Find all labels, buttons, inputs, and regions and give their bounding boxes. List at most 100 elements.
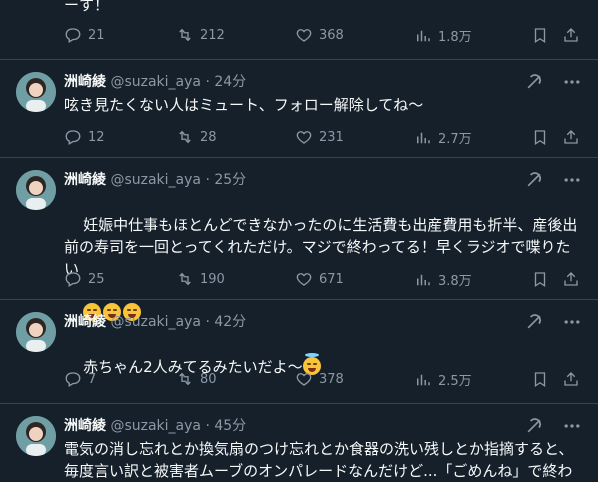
post-header: 洲崎綾 @suzaki_aya · 45分 — [64, 416, 246, 436]
post-partial-top[interactable]: ーす！ 21 212 368 1.8万 — [0, 0, 598, 60]
author-name[interactable]: 洲崎綾 — [64, 172, 106, 188]
view-count: 1.8万 — [438, 30, 472, 45]
repost-count: 190 — [200, 271, 225, 287]
share-button[interactable] — [562, 26, 580, 44]
more-icon[interactable] — [562, 312, 582, 332]
author-handle[interactable]: @suzaki_aya — [110, 172, 201, 188]
post-time[interactable]: 24分 — [214, 74, 246, 90]
view-count: 3.8万 — [438, 274, 472, 289]
post-menu-area — [524, 312, 582, 332]
heart-icon — [296, 373, 312, 386]
views-icon — [417, 374, 430, 385]
reply-button[interactable]: 25 — [64, 270, 105, 288]
bookmark-button[interactable] — [531, 26, 549, 44]
reply-count: 12 — [88, 129, 105, 145]
views-icon — [417, 132, 430, 143]
avatar[interactable] — [16, 416, 56, 456]
repost-button[interactable]: 80 — [176, 370, 217, 388]
post-actions: 25 190 671 3.8万 — [64, 270, 584, 290]
author-handle[interactable]: @suzaki_aya — [110, 314, 201, 330]
like-button[interactable]: 231 — [295, 128, 344, 146]
author-name[interactable]: 洲崎綾 — [64, 314, 106, 330]
grok-icon[interactable] — [524, 170, 544, 190]
more-icon[interactable] — [562, 170, 582, 190]
reply-icon — [65, 372, 81, 387]
grok-icon[interactable] — [524, 312, 544, 332]
share-icon — [564, 272, 578, 286]
post-text: 呟き見たくない人はミュート、フォロー解除してね〜 — [64, 96, 424, 114]
author-handle[interactable]: @suzaki_aya — [110, 74, 201, 90]
repost-icon — [179, 28, 191, 42]
avatar[interactable] — [16, 170, 56, 210]
repost-button[interactable]: 212 — [176, 26, 225, 44]
repost-count: 28 — [200, 129, 217, 145]
share-icon — [564, 372, 578, 386]
separator-dot: · — [205, 418, 210, 434]
like-count: 378 — [319, 371, 344, 387]
reply-icon — [65, 130, 81, 145]
grok-icon[interactable] — [524, 72, 544, 92]
post-actions: 12 28 231 2.7万 — [64, 128, 584, 148]
more-icon[interactable] — [562, 72, 582, 92]
like-button[interactable]: 671 — [295, 270, 344, 288]
post[interactable]: 洲崎綾 @suzaki_aya · 24分 呟き見たくない人はミュート、フォロー… — [0, 60, 598, 158]
views-button[interactable]: 2.5万 — [414, 370, 472, 389]
post-time[interactable]: 25分 — [214, 172, 246, 188]
share-button[interactable] — [562, 370, 580, 388]
grok-icon[interactable] — [524, 416, 544, 436]
post[interactable]: 洲崎綾 @suzaki_aya · 25分 妊娠中仕事もほとんどできなかったのに… — [0, 158, 598, 321]
heart-icon — [296, 131, 312, 144]
post-menu-area — [524, 416, 582, 436]
more-icon[interactable] — [562, 416, 582, 436]
repost-button[interactable]: 28 — [176, 128, 217, 146]
post-time[interactable]: 45分 — [214, 418, 246, 434]
bookmark-button[interactable] — [531, 270, 549, 288]
post-header: 洲崎綾 @suzaki_aya · 24分 — [64, 72, 246, 92]
post-header: 洲崎綾 @suzaki_aya · 25分 — [64, 170, 246, 190]
post-menu-area — [524, 170, 582, 190]
bookmark-button[interactable] — [531, 128, 549, 146]
reply-icon — [65, 28, 81, 43]
avatar[interactable] — [16, 72, 56, 112]
post[interactable]: 洲崎綾 @suzaki_aya · 42分 赤ちゃん2人みてるみたいだよ〜 7 … — [0, 300, 598, 404]
like-count: 671 — [319, 271, 344, 287]
author-name[interactable]: 洲崎綾 — [64, 418, 106, 434]
views-button[interactable]: 3.8万 — [414, 270, 472, 289]
avatar[interactable] — [16, 312, 56, 352]
repost-icon — [179, 372, 191, 386]
repost-button[interactable]: 190 — [176, 270, 225, 288]
post-menu-area — [524, 72, 582, 92]
share-button[interactable] — [562, 270, 580, 288]
views-icon — [417, 274, 430, 285]
post[interactable]: 洲崎綾 @suzaki_aya · 45分 電気の消し忘れとか換気扇のつけ忘れと… — [0, 404, 598, 480]
share-button[interactable] — [562, 128, 580, 146]
views-button[interactable]: 2.7万 — [414, 128, 472, 147]
post-time[interactable]: 42分 — [214, 314, 246, 330]
share-icon — [564, 130, 578, 144]
heart-icon — [296, 29, 312, 42]
reply-count: 25 — [88, 271, 105, 287]
repost-icon — [179, 130, 191, 144]
views-button[interactable]: 1.8万 — [414, 26, 472, 45]
like-button[interactable]: 378 — [295, 370, 344, 388]
bookmark-button[interactable] — [531, 370, 549, 388]
like-count: 231 — [319, 129, 344, 145]
author-handle[interactable]: @suzaki_aya — [110, 418, 201, 434]
post-actions: 7 80 378 2.5万 — [64, 370, 584, 390]
avatar-image — [16, 312, 56, 352]
repost-count: 80 — [200, 371, 217, 387]
reply-button[interactable]: 7 — [64, 370, 96, 388]
like-button[interactable]: 368 — [295, 26, 344, 44]
avatar-image — [16, 170, 56, 210]
reply-button[interactable]: 21 — [64, 26, 105, 44]
view-count: 2.5万 — [438, 374, 472, 389]
bookmark-icon — [534, 272, 546, 288]
avatar-image — [16, 72, 56, 112]
reply-button[interactable]: 12 — [64, 128, 105, 146]
separator-dot: · — [205, 172, 210, 188]
bookmark-icon — [534, 372, 546, 388]
author-name[interactable]: 洲崎綾 — [64, 74, 106, 90]
share-icon — [564, 28, 578, 42]
heart-icon — [296, 273, 312, 286]
post-actions: 21 212 368 1.8万 — [64, 26, 584, 46]
